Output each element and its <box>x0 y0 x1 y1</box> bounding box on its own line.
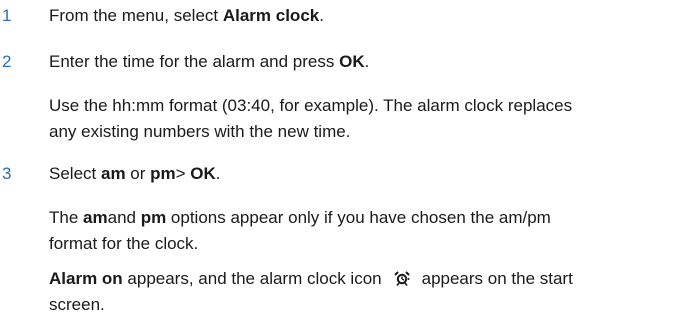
step-3-text-mid: or <box>125 164 151 183</box>
menu-item-alarm-clock: Alarm clock <box>222 6 320 25</box>
step-1-text: From the menu, select Alarm clock. <box>49 6 324 26</box>
step-2-text-pre: Enter the time for the alarm and press <box>49 52 340 71</box>
step-3-text: Select am or pm> OK. <box>49 164 221 184</box>
step-3-note-line-2: format for the clock. <box>49 234 199 253</box>
am-option-label: am <box>100 164 126 183</box>
step-2-note-line-1: Use the hh:mm format (03:40, for example… <box>49 96 573 115</box>
step-3-separator: > <box>175 164 191 183</box>
ok-key-label: OK <box>339 52 365 71</box>
step-3-result-line-1: Alarm on appears, and the alarm clock ic… <box>49 266 689 292</box>
note-text-post: options appear only if you have chosen t… <box>166 208 551 227</box>
result-text-pre: appears, and the alarm clock icon <box>122 269 382 288</box>
alarm-clock-icon <box>393 268 412 286</box>
step-3-result-line-2: screen. <box>49 295 105 314</box>
step-3-text-pre: Select <box>49 164 101 183</box>
note-text-pre: The <box>49 208 84 227</box>
step-3-text-post: . <box>215 164 221 183</box>
note-text-mid: and <box>107 208 141 227</box>
am-option-label: am <box>83 208 108 227</box>
alarm-on-status: Alarm on <box>49 269 123 288</box>
pm-option-label: pm <box>150 164 176 183</box>
step-3-result: Alarm on appears, and the alarm clock ic… <box>49 266 689 318</box>
ok-key-label: OK <box>190 164 216 183</box>
step-3-note-line-1: The amand pm options appear only if you … <box>49 205 689 231</box>
pm-option-label: pm <box>140 208 167 227</box>
step-2-text: Enter the time for the alarm and press O… <box>49 52 369 72</box>
step-1-text-post: . <box>319 6 324 25</box>
instruction-document: 1 From the menu, select Alarm clock. 2 E… <box>0 0 691 321</box>
step-number: 2 <box>2 52 12 71</box>
step-1-text-pre: From the menu, select <box>49 6 223 25</box>
step-number: 1 <box>2 6 12 25</box>
step-2-text-post: . <box>364 52 370 71</box>
step-3-note: The amand pm options appear only if you … <box>49 205 689 257</box>
result-text-post: appears on the start <box>421 269 573 288</box>
step-2-note-line-2: any existing numbers with the new time. <box>49 122 351 141</box>
step-number: 3 <box>2 164 12 183</box>
step-2-note: Use the hh:mm format (03:40, for example… <box>49 93 689 145</box>
